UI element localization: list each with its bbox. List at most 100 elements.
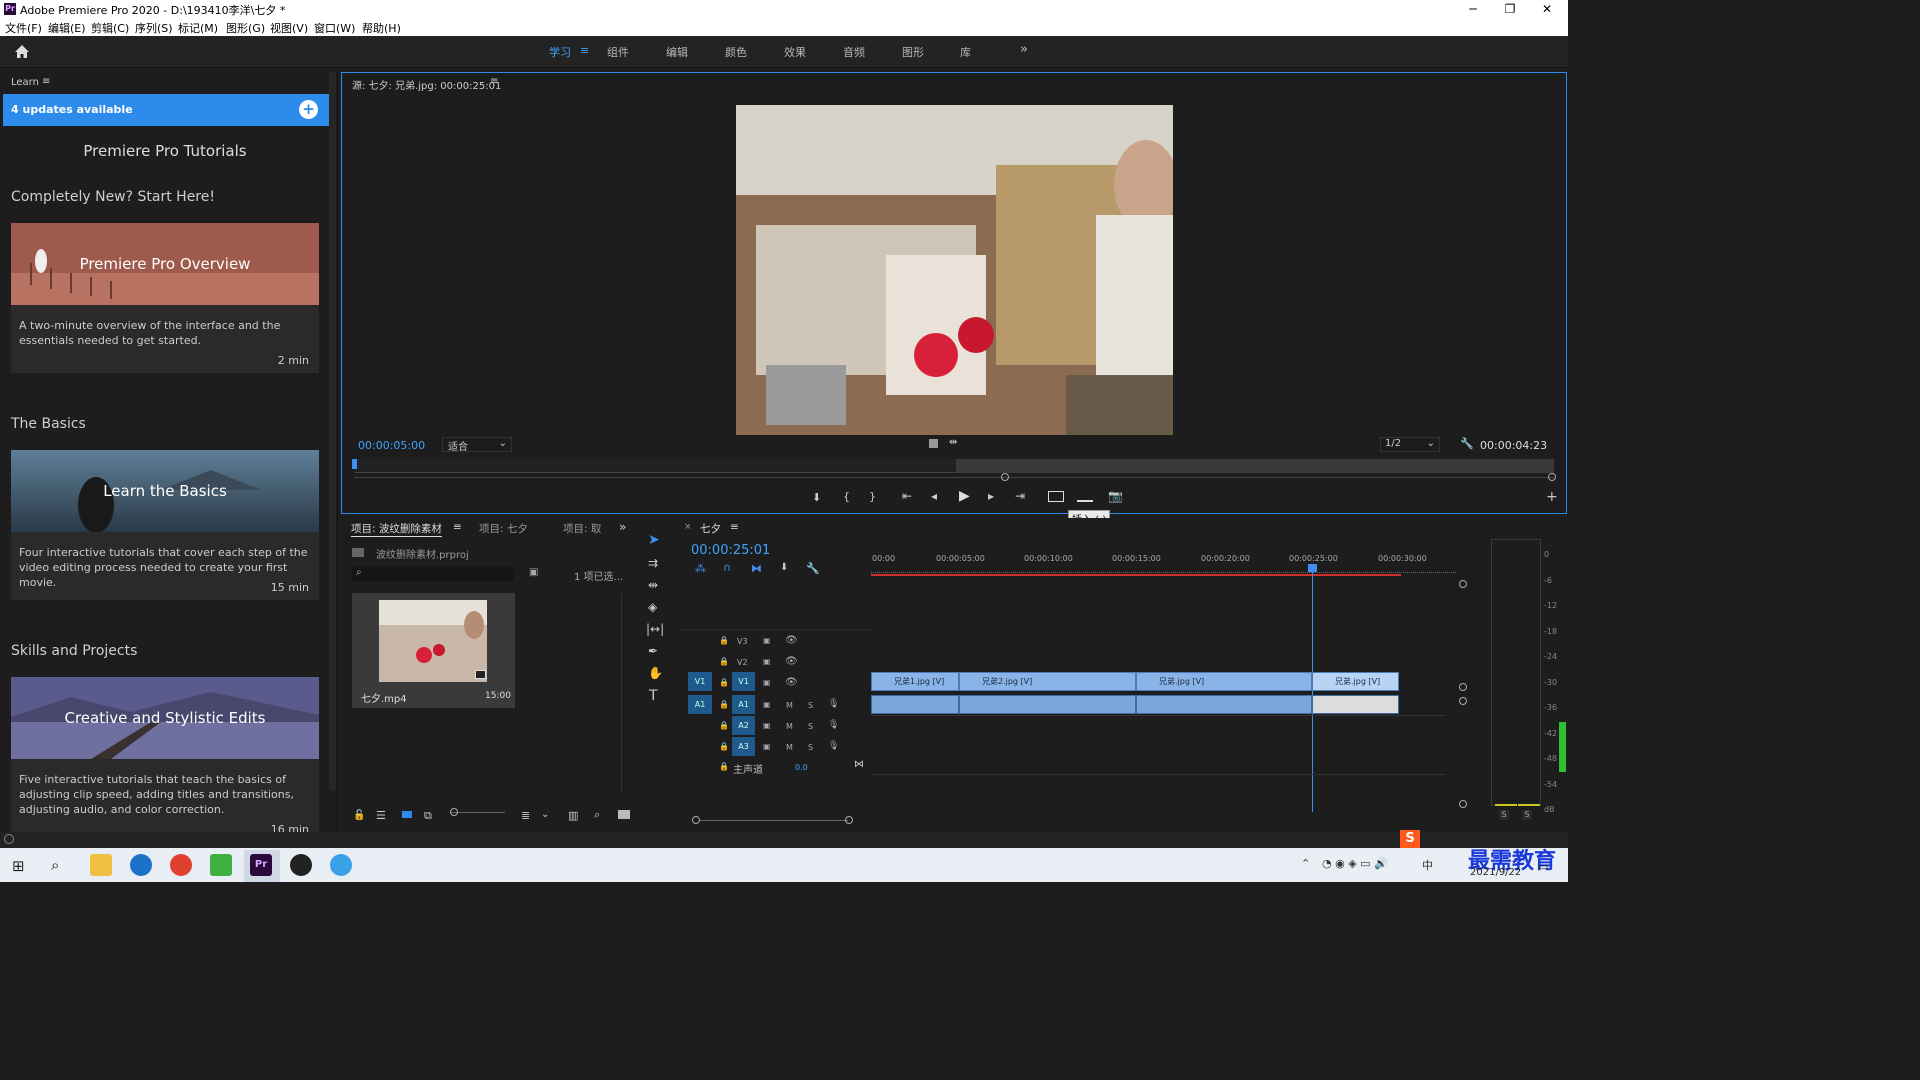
tray-icons[interactable]: ◔ ◉ ◈ ▭ 🔊 [1322, 857, 1388, 870]
track-select-tool-icon[interactable]: ⇉ [648, 556, 658, 570]
lock-icon[interactable]: 🔓 [353, 810, 365, 821]
source-playhead[interactable] [352, 459, 357, 469]
add-button-icon[interactable]: + [1546, 489, 1558, 505]
mute-button[interactable]: M [786, 722, 793, 731]
eye-icon[interactable]: 👁 [785, 635, 798, 646]
scroll-handle[interactable] [1459, 697, 1467, 705]
track-label-a3[interactable]: A3 [732, 737, 755, 756]
camera-icon[interactable]: 📷 [1108, 489, 1123, 503]
source-timecode-in[interactable]: 00:00:05:00 [358, 439, 425, 452]
audio-clip[interactable] [959, 695, 1136, 714]
resolution-dropdown[interactable]: 1/2 ⌄ [1380, 437, 1440, 452]
wrench-icon[interactable]: 🔧 [806, 562, 820, 575]
sort-icon[interactable]: ≣ [521, 809, 530, 822]
eye-icon[interactable]: 👁 [785, 677, 798, 688]
export-frame-icon[interactable] [929, 439, 938, 448]
snap-icon[interactable]: ∩ [723, 561, 731, 574]
panel-menu-icon[interactable]: ≡ [42, 76, 50, 87]
close-button[interactable]: ✕ [1532, 1, 1562, 17]
chevron-down-icon[interactable]: ⌄ [541, 809, 549, 820]
audio-clip[interactable] [1312, 695, 1399, 714]
lock-icon[interactable]: 🔒 [719, 657, 729, 666]
new-bin-icon[interactable] [618, 810, 630, 819]
tray-chevron-icon[interactable]: ⌃ [1301, 857, 1310, 870]
mute-button[interactable]: M [786, 701, 793, 710]
tutorial-card-overview[interactable]: Premiere Pro Overview A two-minute overv… [11, 223, 319, 373]
freeform-view-icon[interactable]: ⧉ [424, 809, 432, 823]
mark-in-icon[interactable]: { [843, 490, 850, 503]
ime-indicator[interactable]: 中 [1422, 857, 1433, 873]
chrome-icon[interactable] [170, 854, 192, 876]
sequence-tab[interactable]: 七夕 [700, 521, 721, 536]
microphone-icon[interactable]: 🎙 [828, 699, 839, 709]
sync-lock-icon[interactable]: ▣ [763, 636, 771, 645]
video-clip[interactable]: 兄弟.jpg [V] [1136, 672, 1312, 691]
panel-menu-icon[interactable]: ≡ [730, 521, 739, 533]
menu-sequence[interactable]: 序列(S) [135, 20, 173, 36]
search-icon[interactable]: ⌕ [51, 856, 59, 874]
mark-out-icon[interactable]: } [869, 490, 876, 503]
fit-dropdown[interactable]: 适合 ⌄ [442, 437, 512, 453]
new-bin-search-icon[interactable]: ▣ [529, 567, 538, 578]
zoom-bar[interactable] [354, 477, 1554, 478]
audio-clip[interactable] [871, 695, 959, 714]
go-to-in-icon[interactable]: ⇤ [902, 489, 912, 503]
app-icon[interactable] [210, 854, 232, 876]
nest-icon[interactable]: ⁂ [695, 562, 706, 575]
source-patch-a1[interactable]: A1 [688, 695, 712, 714]
track-label-v1[interactable]: V1 [732, 672, 755, 691]
razor-tool-icon[interactable]: ◈ [648, 600, 657, 614]
file-explorer-icon[interactable] [90, 854, 112, 876]
workspace-tab-learn[interactable]: 学习 [549, 44, 571, 60]
updates-banner[interactable]: 4 updates available + [3, 94, 329, 126]
slip-tool-icon[interactable]: |↔| [646, 622, 664, 636]
hscroll-right[interactable] [845, 816, 853, 824]
project-tab-active[interactable]: 项目: 波纹删除素材 [351, 521, 442, 537]
menu-graphics[interactable]: 图形(G) [226, 20, 265, 36]
zoom-handle[interactable] [1001, 473, 1009, 481]
qq-icon[interactable] [290, 854, 312, 876]
sogou-ime-icon[interactable]: S [1400, 830, 1420, 848]
workspace-menu-icon[interactable]: ≡ [580, 44, 589, 57]
work-area-bar[interactable] [871, 574, 1401, 576]
track-label-a1[interactable]: A1 [732, 695, 755, 714]
microphone-icon[interactable]: 🎙 [828, 741, 839, 751]
settings-arrows-icon[interactable]: ⇹ [949, 437, 957, 448]
video-clip[interactable]: 兄弟1.jpg [V] [871, 672, 959, 691]
go-to-out-icon[interactable]: ⇥ [1015, 489, 1025, 503]
workspace-tab-graphics[interactable]: 图形 [902, 44, 924, 60]
workspace-tab-editing[interactable]: 编辑 [666, 44, 688, 60]
solo-button[interactable]: S [808, 722, 813, 731]
home-icon[interactable] [14, 44, 30, 59]
source-tab[interactable]: 源: 七夕: 兄弟.jpg: 00:00:25:01 [352, 77, 501, 92]
workspace-tab-assembly[interactable]: 组件 [607, 44, 629, 60]
menu-marker[interactable]: 标记(M) [178, 20, 218, 36]
go-to-out-icon[interactable]: ⋈ [854, 759, 864, 770]
hscroll-left[interactable] [692, 816, 700, 824]
scroll-handle[interactable] [1459, 800, 1467, 808]
learn-scrollbar[interactable] [329, 72, 336, 790]
microphone-icon[interactable]: 🎙 [828, 720, 839, 730]
lock-icon[interactable]: 🔒 [719, 721, 729, 730]
add-marker-icon[interactable]: ⬇ [780, 562, 788, 573]
source-time-ruler[interactable] [352, 459, 1554, 473]
solo-button[interactable]: S [808, 701, 813, 710]
maximize-button[interactable]: ❐ [1495, 1, 1525, 17]
type-tool-icon[interactable]: T [649, 688, 658, 704]
timeline-timecode[interactable]: 00:00:25:01 [691, 543, 770, 558]
lock-icon[interactable]: 🔒 [719, 636, 729, 645]
solo-left-button[interactable]: S [1499, 810, 1509, 820]
sync-lock-icon[interactable]: ▣ [763, 721, 771, 730]
more-workspaces-icon[interactable]: » [1020, 42, 1028, 57]
tutorial-card-basics[interactable]: Learn the Basics Four interactive tutori… [11, 450, 319, 600]
panel-menu-icon[interactable]: ≡ [490, 76, 498, 87]
project-tab-3[interactable]: 项目: 取 [563, 521, 601, 536]
source-patch-v1[interactable]: V1 [688, 672, 712, 691]
workspace-tab-audio[interactable]: 音频 [843, 44, 865, 60]
zoom-slider-handle[interactable] [450, 808, 458, 816]
lock-icon[interactable]: 🔒 [719, 762, 729, 771]
mute-button[interactable]: M [786, 743, 793, 752]
menu-window[interactable]: 窗口(W) [314, 20, 355, 36]
menu-view[interactable]: 视图(V) [270, 20, 308, 36]
lock-icon[interactable]: 🔒 [719, 678, 729, 687]
